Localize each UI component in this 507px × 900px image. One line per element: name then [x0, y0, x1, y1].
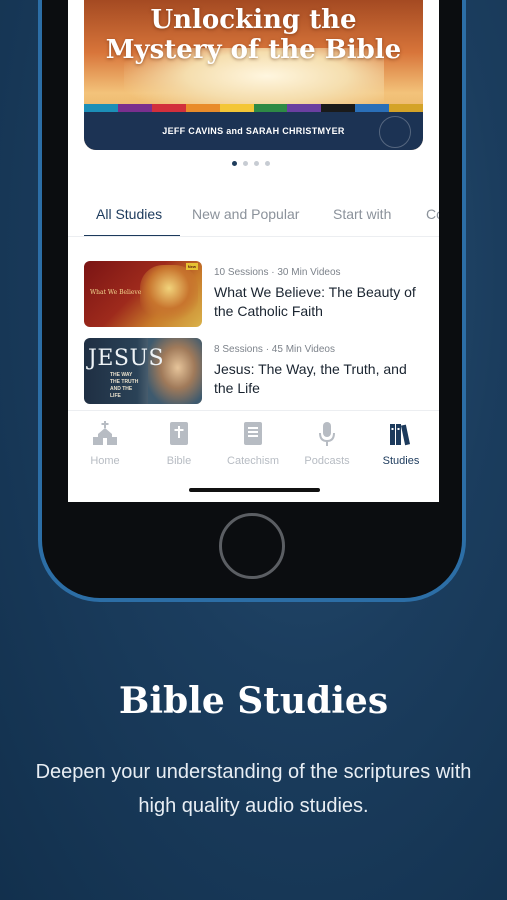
divider: [68, 236, 439, 237]
church-icon: [93, 421, 117, 445]
nav-label: Catechism: [227, 455, 279, 467]
stripe-segment: [253, 104, 288, 112]
nav-label: Studies: [382, 455, 420, 467]
carousel-dots[interactable]: [232, 161, 270, 166]
nav-studies[interactable]: Studies: [364, 411, 438, 481]
study-meta: 8 Sessions · 45 Min Videos: [214, 344, 335, 355]
banner-title-line1: Unlocking the: [150, 5, 357, 35]
carousel-dot[interactable]: [254, 161, 259, 166]
featured-banner[interactable]: Unlocking the Mystery of the Bible JEFF …: [84, 0, 423, 150]
stripe-segment: [151, 104, 186, 112]
carousel-dot[interactable]: [243, 161, 248, 166]
app-screen: Unlocking the Mystery of the Bible JEFF …: [68, 0, 439, 502]
nav-podcasts[interactable]: Podcasts: [290, 411, 364, 481]
stripe-segment: [185, 104, 220, 112]
study-thumbnail: What We Believe New: [84, 261, 202, 327]
feature-headline: Bible Studies: [118, 680, 389, 722]
nav-catechism[interactable]: Catechism: [216, 411, 290, 481]
banner-footer: JEFF CAVINS and SARAH CHRISTMYER: [84, 112, 423, 150]
nav-label: Podcasts: [304, 455, 350, 467]
color-stripe: [84, 104, 423, 112]
thumbnail-title: JESUS: [88, 346, 165, 371]
artwork: [140, 265, 198, 323]
feature-description: Deepen your understanding of the scriptu…: [35, 761, 472, 817]
study-meta: 10 Sessions · 30 Min Videos: [214, 267, 341, 278]
bible-icon: [170, 422, 188, 445]
banner-title-line2: Mystery of the Bible: [105, 35, 402, 65]
catechism-icon: [244, 422, 262, 445]
studies-books-icon: [390, 424, 411, 446]
study-tabs: All Studies New and Popular Start with C…: [84, 196, 439, 238]
study-title: What We Believe: The Beauty of the Catho…: [214, 284, 416, 319]
nav-home[interactable]: Home: [68, 411, 142, 481]
stripe-segment: [355, 104, 390, 112]
study-list-item[interactable]: What We Believe New 10 Sessions · 30 Min…: [84, 261, 429, 327]
nav-label: Bible: [166, 455, 192, 467]
bottom-tab-bar: Home Bible Catechism Podcasts Studies: [68, 410, 439, 481]
thumbnail-subtitle: THE WAY THE TRUTH AND THE LIFE: [110, 372, 139, 399]
tab-all-studies[interactable]: All Studies: [96, 206, 162, 222]
study-list-item[interactable]: JESUS THE WAY THE TRUTH AND THE LIFE 8 S…: [84, 338, 429, 404]
stripe-segment: [84, 104, 118, 112]
carousel-dot[interactable]: [232, 161, 237, 166]
nav-bible[interactable]: Bible: [142, 411, 216, 481]
stripe-segment: [287, 104, 322, 112]
study-thumbnail: JESUS THE WAY THE TRUTH AND THE LIFE: [84, 338, 202, 404]
nav-label: Home: [90, 455, 120, 467]
home-button[interactable]: [219, 513, 285, 579]
home-indicator: [189, 488, 320, 492]
stripe-segment: [219, 104, 254, 112]
microphone-icon: [319, 422, 335, 446]
banner-authors: JEFF CAVINS and SARAH CHRISTMYER: [162, 126, 345, 136]
new-badge: New: [185, 263, 198, 270]
tab-new-and-popular[interactable]: New and Popular: [192, 206, 299, 222]
carousel-dot[interactable]: [265, 161, 270, 166]
stripe-segment: [389, 104, 423, 112]
stripe-segment: [117, 104, 152, 112]
thumbnail-text: What We Believe: [90, 289, 142, 296]
study-title: Jesus: The Way, the Truth, and the Life: [214, 361, 407, 396]
tab-start-with[interactable]: Start with: [333, 206, 391, 222]
seal-icon: [379, 116, 411, 148]
stripe-segment: [321, 104, 356, 112]
tab-more[interactable]: Co: [426, 206, 439, 222]
